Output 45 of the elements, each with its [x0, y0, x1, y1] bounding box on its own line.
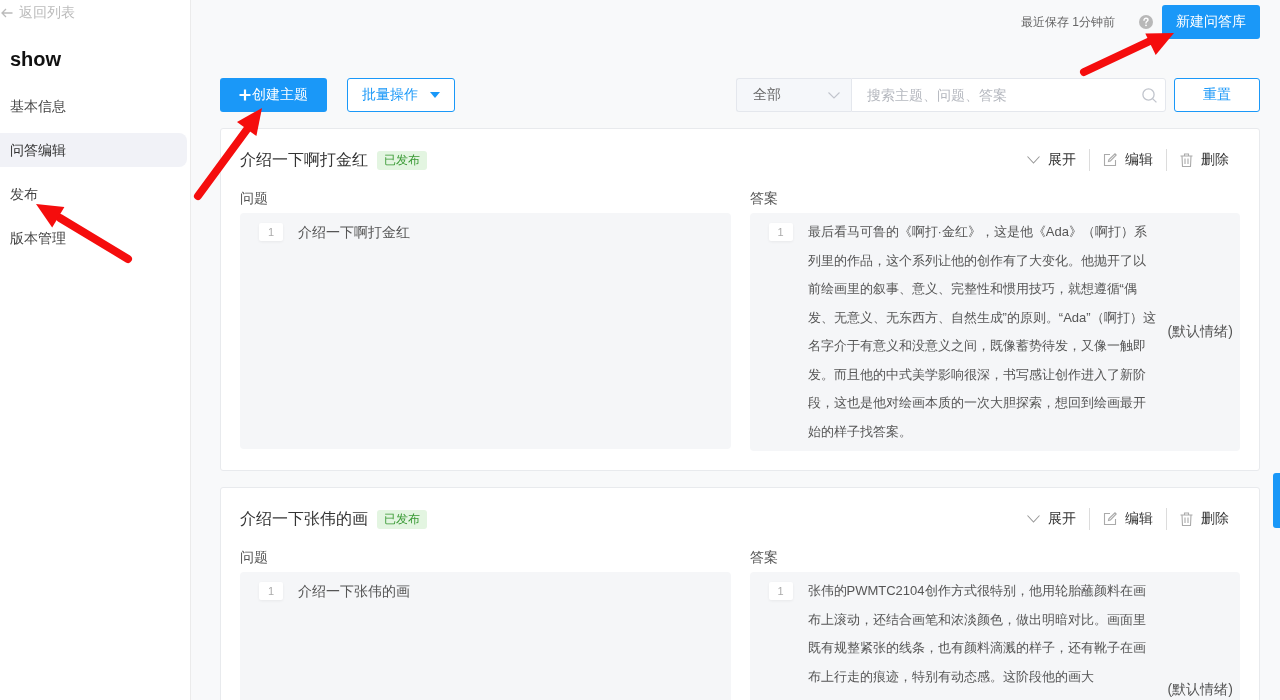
question-text[interactable]: 介绍一下啊打金红	[298, 218, 410, 247]
status-tag: 已发布	[377, 150, 427, 170]
chevron-down-icon	[828, 91, 840, 99]
column-label: 答案	[749, 189, 778, 208]
project-title: show	[9, 47, 62, 72]
sidebar-item[interactable]: 问答编辑	[0, 133, 187, 167]
delete-button[interactable]: 删除	[1180, 151, 1229, 169]
topic-title: 介绍一下啊打金红	[240, 149, 368, 170]
search-field[interactable]: 搜索主题、问题、答案	[851, 78, 1166, 112]
expand-button[interactable]: 展开	[1027, 151, 1076, 169]
sidebar-item[interactable]: 版本管理	[0, 221, 187, 255]
filter-dropdown[interactable]: 全部	[736, 78, 851, 112]
column-label: 问题	[240, 189, 268, 208]
expand-button[interactable]: 展开	[1027, 510, 1076, 528]
plus-icon	[239, 89, 251, 101]
item-number: 1	[768, 223, 793, 241]
answer-text[interactable]: 张伟的PWMTC2104创作方式很特别，他用轮胎蘸颜料在画布上滚动，还结合画笔和浓淡颜色，做出明暗对比。画面里既有规整紧张的线条，也有颜料滴溅的样子，还有靴子在画布上行走的痕迹，特别有动态感。这阶段他的画大	[807, 577, 1158, 691]
answer-text[interactable]: 最后看马可鲁的《啊打·金红》，这是他《Ada》（啊打）系列里的作品，这个系列让他的创作有了大变化。他抛开了以前绘画里的叙事、意义、完整性和惯用技巧，就想遵循“偶发、无意义、无东西方、自然生成”的原则。“Ada”（啊打）这名字介于有意义和没意义之间，既像蓄势待发，又像一触即发。而且他的中式美学影响很深，书写感让创作进入了新阶段，这也是他对绘画本质的一次大胆探索，想回到绘画最开始的样子找答案。	[807, 218, 1158, 446]
chevron-down-icon	[1027, 515, 1040, 523]
item-number: 1	[259, 582, 283, 600]
emotion-label: (默认情绪)	[1167, 681, 1233, 699]
delete-button[interactable]: 删除	[1180, 510, 1229, 528]
topic-title: 介绍一下张伟的画	[240, 508, 368, 529]
side-handle[interactable]	[1273, 473, 1280, 528]
search-icon	[1142, 88, 1157, 103]
trash-icon	[1180, 512, 1193, 526]
status-tag: 已发布	[377, 509, 427, 529]
save-status: 最近保存 1分钟前	[1021, 13, 1115, 31]
column-label: 答案	[749, 548, 778, 567]
item-number: 1	[259, 223, 283, 241]
trash-icon	[1180, 153, 1193, 167]
question-text[interactable]: 介绍一下张伟的画	[298, 577, 410, 606]
caret-down-icon	[430, 92, 440, 98]
sidebar-item[interactable]: 基本信息	[0, 89, 187, 123]
edit-button[interactable]: 编辑	[1103, 151, 1153, 169]
edit-button[interactable]: 编辑	[1103, 510, 1153, 528]
emotion-label: (默认情绪)	[1167, 323, 1233, 341]
sidebar-item[interactable]: 发布	[0, 177, 187, 211]
chevron-down-icon	[1027, 156, 1040, 164]
item-number: 1	[768, 582, 793, 600]
column-label: 问题	[240, 548, 268, 567]
back-arrow-icon	[1, 8, 13, 18]
help-icon[interactable]	[1139, 15, 1153, 29]
edit-icon	[1103, 512, 1117, 526]
edit-icon	[1103, 153, 1117, 167]
